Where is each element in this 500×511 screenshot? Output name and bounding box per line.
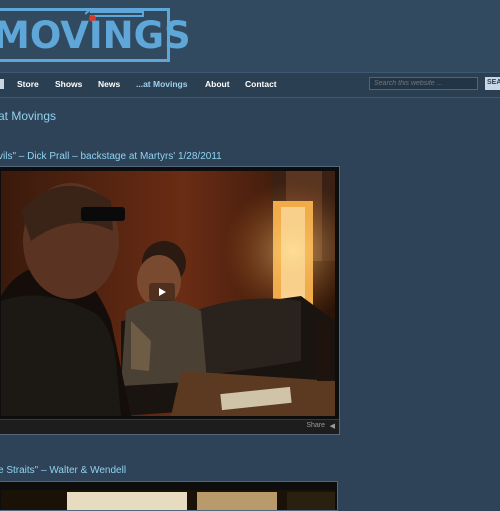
- play-button[interactable]: [149, 283, 175, 301]
- nav-item-at-movings[interactable]: ...at Movings: [136, 79, 187, 89]
- nav-item-about[interactable]: About: [205, 79, 230, 89]
- nav-item-contact[interactable]: Contact: [245, 79, 277, 89]
- share-button[interactable]: Share: [306, 422, 325, 429]
- site-header: MOVINGS: [0, 0, 500, 72]
- video-frame: [1, 171, 335, 416]
- video-player[interactable]: Share ◀: [0, 166, 340, 435]
- play-icon: [159, 288, 166, 296]
- nav-item-shows[interactable]: Shows: [55, 79, 82, 89]
- page-title: at Movings: [0, 109, 57, 123]
- logo-text: MOVINGS: [0, 14, 191, 57]
- nav-item-home[interactable]: [0, 79, 4, 89]
- post-title-1[interactable]: vils" – Dick Prall – backstage at Martyr…: [0, 151, 222, 162]
- nav-item-news[interactable]: News: [98, 79, 120, 89]
- nav-item-store[interactable]: Store: [17, 79, 39, 89]
- site-logo[interactable]: MOVINGS: [0, 8, 191, 62]
- video-player-2[interactable]: [0, 481, 338, 511]
- post-title-2[interactable]: e Straits" – Walter & Wendell: [0, 465, 126, 476]
- video-still-2: [1, 490, 335, 510]
- video-controls: Share ◀: [0, 419, 339, 434]
- search-button[interactable]: SEA: [485, 77, 500, 90]
- search-input[interactable]: [369, 77, 478, 90]
- share-icon[interactable]: ◀: [330, 422, 335, 430]
